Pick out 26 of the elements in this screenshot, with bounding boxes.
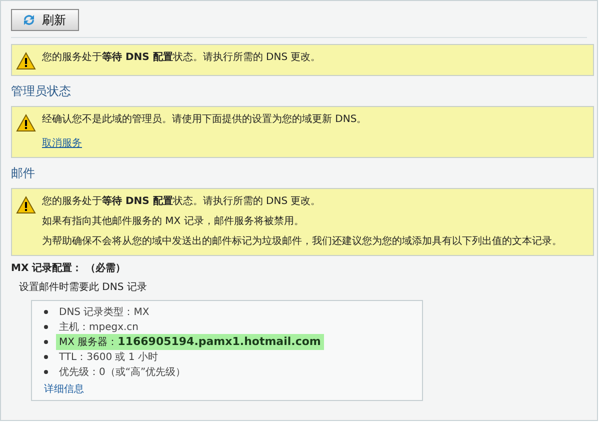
refresh-button[interactable]: 刷新 <box>11 9 79 31</box>
record-text: 主机：mpegx.cn <box>58 320 140 334</box>
record-text: DNS 记录类型：MX <box>58 306 150 320</box>
mx-config-subtitle: 设置邮件时需要此 DNS 记录 <box>19 280 148 294</box>
bullet-icon <box>44 354 48 358</box>
record-text: 优先级：0（或“高”优先级） <box>58 366 187 380</box>
details-link[interactable]: 详细信息 <box>44 382 84 396</box>
bullet-icon <box>44 324 48 328</box>
notice-text: 您的服务处于等待 DNS 配置状态。请执行所需的 DNS 更改。 <box>42 195 322 208</box>
warning-icon <box>16 114 36 132</box>
section-heading: 管理员状态 <box>11 83 72 100</box>
notice-text: 为帮助确保不会将从您的域中发送出的邮件标记为垃圾邮件，我们还建议您为您的域添加具有以下列出值的文本记录。 <box>42 235 562 248</box>
warning-icon <box>16 196 36 214</box>
refresh-icon <box>22 13 36 27</box>
bullet-icon <box>44 370 48 374</box>
mx-config-title: MX 记录配置： （必需） <box>11 262 127 275</box>
record-text: MX 服务器：1166905194.pamx1.hotmail.com <box>56 334 324 350</box>
bullet-icon <box>44 340 48 344</box>
notice-text: 如果有指向其他邮件服务的 MX 记录，邮件服务将被禁用。 <box>42 215 305 228</box>
bullet-icon <box>44 310 48 314</box>
notice-text: 您的服务处于等待 DNS 配置状态。请执行所需的 DNS 更改。 <box>42 51 321 64</box>
section-heading: 邮件 <box>11 165 36 182</box>
notice-text: 经确认您不是此域的管理员。请使用下面提供的设置为您的域更新 DNS。 <box>42 113 367 126</box>
warning-icon <box>16 52 36 70</box>
cancel-service-link[interactable]: 取消服务 <box>42 136 82 150</box>
record-text: TTL：3600 或 1 小时 <box>58 350 159 364</box>
